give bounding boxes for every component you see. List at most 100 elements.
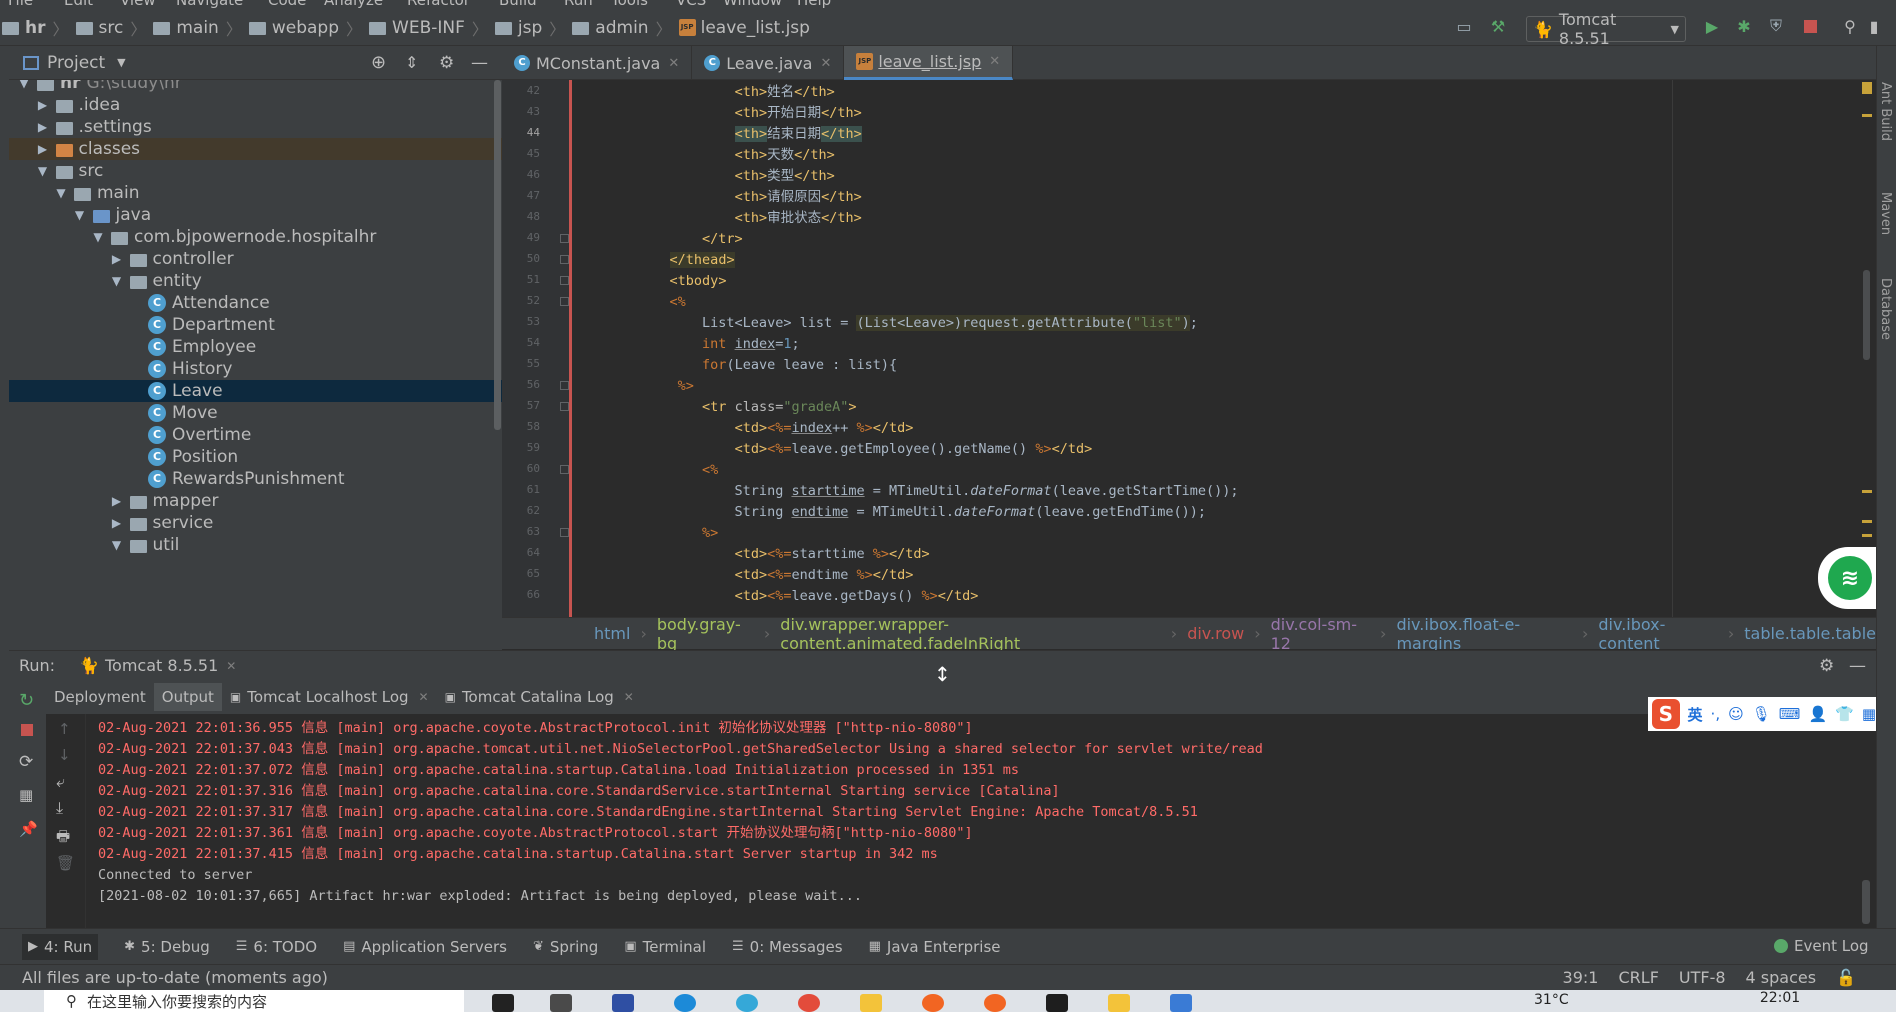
breadcrumb-item[interactable]: WEB-INF [369,18,465,38]
tool-window-button[interactable]: ✱ 5: Debug [124,938,210,956]
file-explorer-icon[interactable] [860,994,882,1012]
close-icon[interactable]: ✕ [226,659,236,673]
expand-arrow-icon[interactable]: ▼ [15,80,33,90]
tree-item[interactable]: ▶ service [9,512,502,534]
event-log-button[interactable]: Event Log [1774,937,1869,955]
indent-setting[interactable]: 4 spaces [1746,968,1817,987]
taskbar-app-icon[interactable] [922,994,944,1012]
minimize-icon[interactable]: — [1849,656,1866,676]
menu-item[interactable]: Run [564,0,593,9]
gear-icon[interactable]: ⚙ [439,53,454,73]
breadcrumb-item[interactable]: webapp [248,18,339,38]
taskbar-clock[interactable]: 22:01 [1750,990,1810,1006]
fold-marker-icon[interactable] [560,234,569,243]
editor-breadcrumb-item[interactable]: html [594,624,630,643]
warning-marker[interactable] [1862,82,1872,94]
punctuation-icon[interactable]: ·, [1711,705,1721,723]
close-icon[interactable]: ✕ [989,54,1000,69]
warning-marker[interactable] [1862,114,1872,117]
update-icon[interactable]: ⟳ [19,752,33,772]
debug-icon[interactable]: ✱ [1734,16,1754,36]
taskbar-app-icon[interactable] [1170,994,1192,1012]
expand-arrow-icon[interactable]: ▼ [34,164,52,178]
collapse-arrow-icon[interactable]: ▶ [108,252,126,266]
user-icon[interactable]: 👤 [1808,705,1827,723]
tree-item[interactable]: ▶ mapper [9,490,502,512]
tree-item[interactable]: ▼ com.bjpowernode.hospitalhr [9,226,502,248]
close-icon[interactable]: ✕ [668,56,679,71]
stop-icon[interactable] [21,724,33,736]
presentation-icon[interactable]: ▮ [1868,16,1880,36]
console-scroll-thumb[interactable] [1862,880,1870,924]
locate-icon[interactable]: ⊕ [371,52,386,73]
wifi-widget[interactable]: ≋ [1818,547,1876,609]
project-panel-title[interactable]: Project [47,53,105,73]
warning-marker[interactable] [1862,520,1872,523]
skin-icon[interactable]: 👕 [1835,705,1854,723]
editor-breadcrumb-item[interactable]: table.table.table [1744,624,1876,643]
edge-icon[interactable] [674,994,696,1012]
editor-breadcrumb-item[interactable]: div.col-sm-12 [1271,615,1370,653]
tool-window-button[interactable]: ☰ 6: TODO [236,938,317,956]
run-configuration-select[interactable]: 🐈 Tomcat 8.5.51 ▼ [1526,10,1686,48]
tree-item[interactable]: ▼ entity [9,270,502,292]
tree-item[interactable]: ▶ .idea [9,94,502,116]
caret-position[interactable]: 39:1 [1563,968,1599,987]
breadcrumb-item[interactable]: src [75,18,123,38]
editor-breadcrumb-item[interactable]: div.row [1187,624,1244,643]
breadcrumb-item[interactable]: JSP leave_list.jsp [678,18,810,38]
expand-arrow-icon[interactable]: ▼ [89,230,107,244]
taskbar-app-icon[interactable] [1108,994,1130,1012]
line-separator[interactable]: CRLF [1618,968,1658,987]
breadcrumb-item[interactable]: main [153,18,219,38]
editor-tab[interactable]: C Leave.java ✕ [692,46,845,80]
tree-item[interactable]: C Leave [9,380,502,402]
close-icon[interactable]: ✕ [624,690,634,704]
tree-item[interactable]: ▼ src [9,160,502,182]
editor-tab[interactable]: C MConstant.java ✕ [502,46,693,80]
tool-window-button[interactable]: ▣ Terminal [624,938,706,956]
breadcrumb-item[interactable]: admin [572,18,649,38]
arrow-down-icon[interactable]: ↓ [58,746,71,764]
menu-item[interactable]: Analyze [324,0,383,9]
tree-item[interactable]: ▶ .settings [9,116,502,138]
editor-tab[interactable]: JSP leave_list.jsp ✕ [844,46,1014,80]
collapse-arrow-icon[interactable]: ▶ [34,142,52,156]
menu-item[interactable]: Build [499,0,537,9]
print-icon[interactable]: 🖶 [56,826,70,851]
file-encoding[interactable]: UTF-8 [1679,968,1726,987]
warning-marker[interactable] [1862,534,1872,537]
tree-item[interactable]: C Attendance [9,292,502,314]
tree-item[interactable]: ▶ classes [9,138,502,160]
collapse-arrow-icon[interactable]: ▶ [34,98,52,112]
editor-scroll-thumb[interactable] [1863,270,1870,360]
collapse-all-icon[interactable]: ⇕ [405,53,418,72]
search-icon[interactable]: ⚲ [1840,16,1860,36]
pin-icon[interactable]: 📌 [19,820,38,838]
menu-item[interactable]: Tools [611,0,648,9]
tool-window-button[interactable]: ▦ Java Enterprise [869,938,1001,956]
soft-wrap-icon[interactable]: ⤶ [56,772,65,792]
expand-arrow-icon[interactable]: ▼ [108,538,126,552]
collapse-arrow-icon[interactable]: ▶ [108,494,126,508]
layout-icon[interactable]: ▭ [1454,16,1474,36]
taskbar-search-input[interactable]: ⚲ 在这里输入你要搜索的内容 [44,990,464,1012]
menu-item[interactable]: File [8,0,33,9]
fold-marker-icon[interactable] [560,465,569,474]
ime-language[interactable]: 英 [1688,704,1703,725]
code-editor[interactable]: <th>姓名</th> <th>开始日期</th> <th>结束日期</th> … [572,80,1872,617]
expand-arrow-icon[interactable]: ▼ [52,186,70,200]
chevron-down-icon[interactable]: ▼ [117,56,125,69]
taskbar-app-icon[interactable] [550,994,572,1012]
tool-window-button[interactable]: ☰ 0: Messages [732,938,843,956]
fold-marker-icon[interactable] [560,381,569,390]
menu-item[interactable]: VCS [676,0,706,9]
scroll-to-end-icon[interactable]: ⤓ [56,798,63,818]
console-output[interactable]: 02-Aug-2021 22:01:36.955 信息 [main] org.a… [86,714,1876,928]
tree-scrollbar[interactable] [494,80,501,430]
tree-item[interactable]: C Employee [9,336,502,358]
run-output-tab[interactable]: ▣ Tomcat Localhost Log ✕ [222,683,437,711]
tree-item[interactable]: C Move [9,402,502,424]
menu-item[interactable]: Window [723,0,782,9]
maven-tool-tab[interactable]: Maven [1878,192,1893,235]
